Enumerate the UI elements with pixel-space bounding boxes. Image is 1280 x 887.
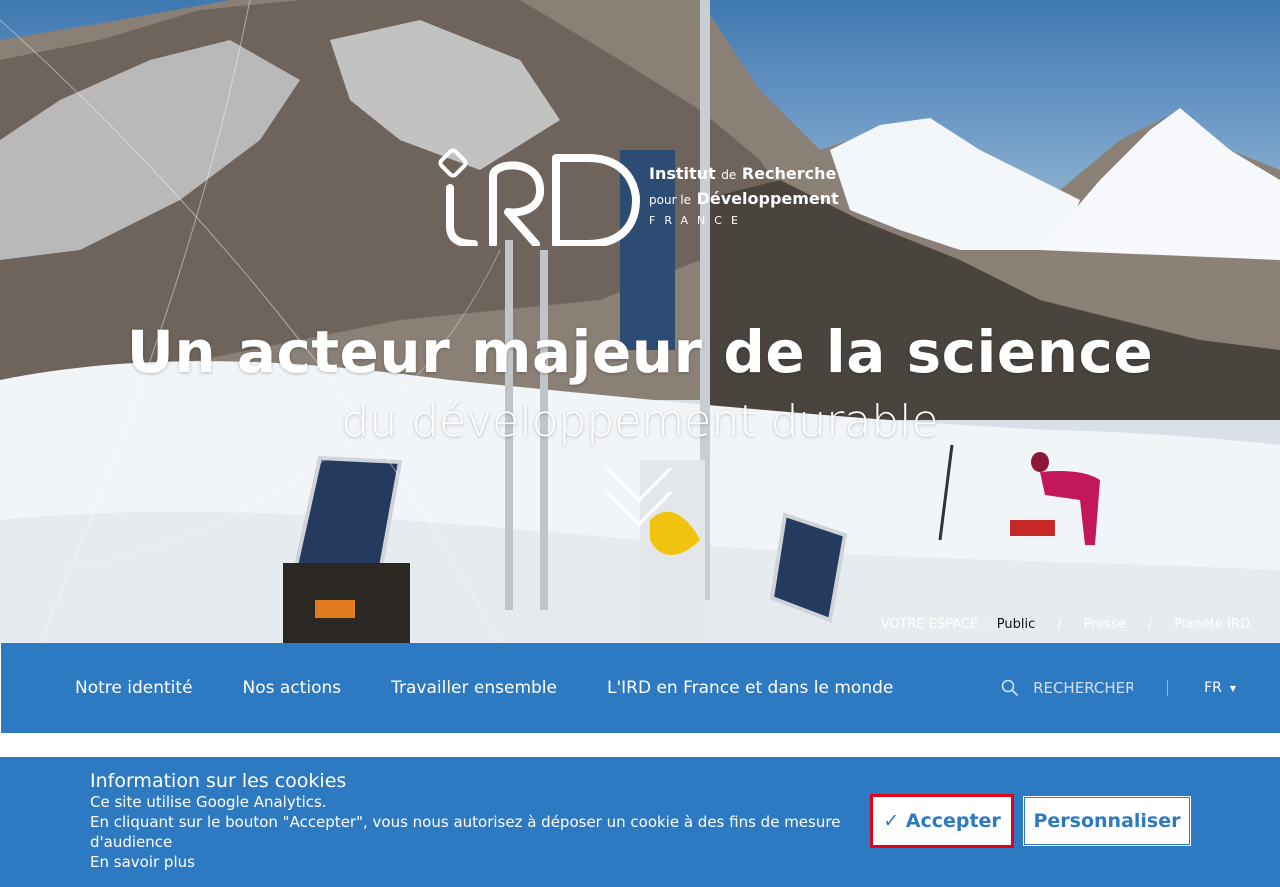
cookie-learn-more-link[interactable]: En savoir plus: [90, 853, 195, 871]
caret-down-icon: ▼: [1229, 683, 1236, 693]
nav-tools: FR ▼: [1001, 643, 1280, 733]
ird-logo-text: Institut de Recherche pour le Développem…: [649, 162, 839, 227]
search-box: [1001, 679, 1169, 697]
logo-developpement: Développement: [696, 189, 839, 208]
nav-menu: Notre identité Nos actions Travailler en…: [75, 678, 943, 698]
logo-recherche: Recherche: [741, 164, 837, 183]
logo-institut: Institut: [649, 164, 716, 183]
language-current: FR: [1204, 680, 1222, 696]
accept-cookies-label: ✓ Accepter: [875, 799, 1009, 843]
espace-link-public[interactable]: Public: [997, 617, 1035, 632]
espace-separator: /: [1057, 617, 1062, 632]
ird-logo[interactable]: Institut de Recherche pour le Développem…: [438, 148, 839, 246]
search-input[interactable]: [1033, 679, 1134, 697]
customize-cookies-button[interactable]: Personnaliser: [1023, 796, 1191, 846]
hero-title: Un acteur majeur de la science: [126, 318, 1154, 386]
espace-link-presse[interactable]: Presse: [1084, 617, 1126, 632]
nav-item-nos-actions[interactable]: Nos actions: [243, 678, 342, 698]
cookie-title: Information sur les cookies: [90, 770, 347, 792]
ird-logo-mark: [438, 148, 640, 246]
accept-cookies-button[interactable]: ✓ Accepter: [870, 794, 1014, 848]
nav-item-ird-france-monde[interactable]: L'IRD en France et dans le monde: [607, 678, 893, 698]
cookie-consent-text: En cliquant sur le bouton "Accepter", vo…: [90, 813, 841, 851]
votre-espace-nav: VOTRE ESPACE : Public / Presse / Planète…: [881, 617, 1250, 632]
votre-espace-label: VOTRE ESPACE :: [880, 617, 987, 632]
cookie-text: Information sur les cookies Ce site util…: [90, 770, 850, 872]
logo-country: FRANCE: [649, 214, 747, 227]
hero-banner: Institut de Recherche pour le Développem…: [0, 0, 1280, 643]
main-navigation: Notre identité Nos actions Travailler en…: [1, 643, 1280, 733]
logo-de: de: [721, 168, 737, 182]
hero-subtitle: du développement durable: [341, 396, 939, 447]
logo-pour-le: pour le: [649, 193, 692, 207]
espace-separator: /: [1147, 617, 1153, 632]
cookie-analytics-notice: Ce site utilise Google Analytics.: [90, 793, 327, 811]
nav-item-notre-identite[interactable]: Notre identité: [75, 678, 193, 698]
content-strip: [0, 733, 1280, 757]
search-icon[interactable]: [1001, 679, 1019, 697]
language-selector[interactable]: FR ▼: [1204, 680, 1236, 696]
scroll-down-chevron-icon[interactable]: [603, 462, 675, 532]
espace-link-planete-ird[interactable]: Planète IRD: [1174, 617, 1250, 632]
nav-item-travailler-ensemble[interactable]: Travailler ensemble: [391, 678, 557, 698]
